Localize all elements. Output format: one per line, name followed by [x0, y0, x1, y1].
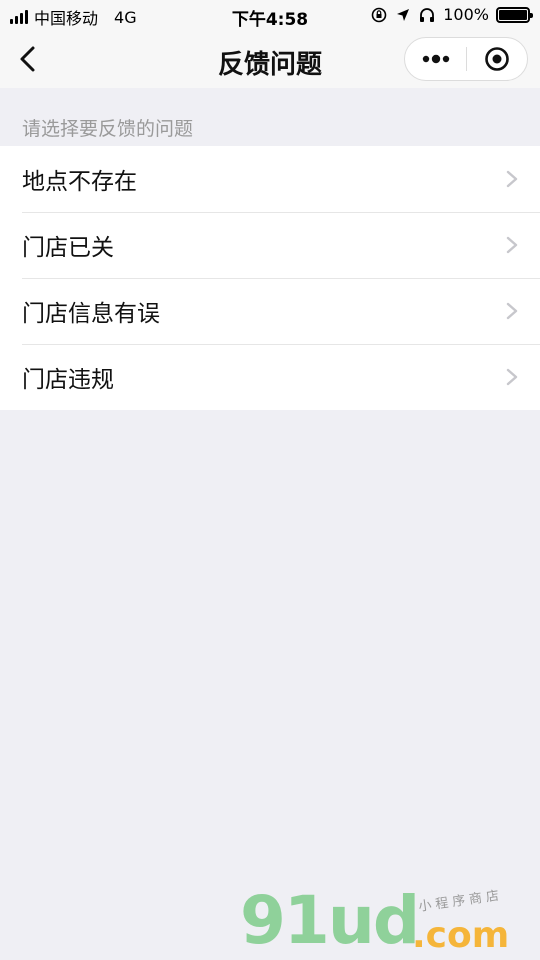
- chevron-right-icon: [506, 236, 518, 254]
- option-store-info-wrong[interactable]: 门店信息有误: [0, 278, 540, 344]
- chevron-right-icon: [506, 170, 518, 188]
- option-label: 地点不存在: [22, 169, 137, 195]
- status-bar: 中国移动 4G 下午4:58 100%: [0, 0, 540, 30]
- watermark-brand: 91ud: [240, 882, 420, 959]
- option-label: 门店已关: [22, 235, 114, 261]
- close-button[interactable]: [467, 38, 527, 80]
- option-label: 门店信息有误: [22, 301, 160, 327]
- capsule-menu: [404, 37, 528, 81]
- watermark-tagline: 小程序商店: [417, 888, 504, 915]
- option-store-closed[interactable]: 门店已关: [0, 212, 540, 278]
- section-label: 请选择要反馈的问题: [22, 118, 194, 140]
- nav-bar: 反馈问题: [0, 30, 540, 88]
- orientation-lock-icon: [371, 7, 387, 22]
- watermark-logo: 91ud .com 小程序商店: [240, 888, 530, 954]
- chevron-right-icon: [506, 302, 518, 320]
- battery-icon: [496, 6, 533, 23]
- feedback-option-list: 地点不存在 门店已关 门店信息有误 门店违规: [0, 146, 540, 410]
- headphones-icon: [420, 7, 435, 22]
- status-right: 100%: [370, 5, 533, 24]
- location-arrow-icon: [397, 8, 410, 21]
- more-dots-icon: [422, 54, 449, 64]
- option-store-violation[interactable]: 门店违规: [0, 344, 540, 410]
- battery-percent: 100%: [443, 5, 489, 24]
- chevron-right-icon: [506, 368, 518, 386]
- option-location-not-exist[interactable]: 地点不存在: [0, 146, 540, 212]
- target-close-icon: [485, 47, 509, 71]
- option-label: 门店违规: [22, 367, 114, 393]
- more-button[interactable]: [405, 38, 466, 80]
- watermark-domain: .com: [412, 915, 510, 956]
